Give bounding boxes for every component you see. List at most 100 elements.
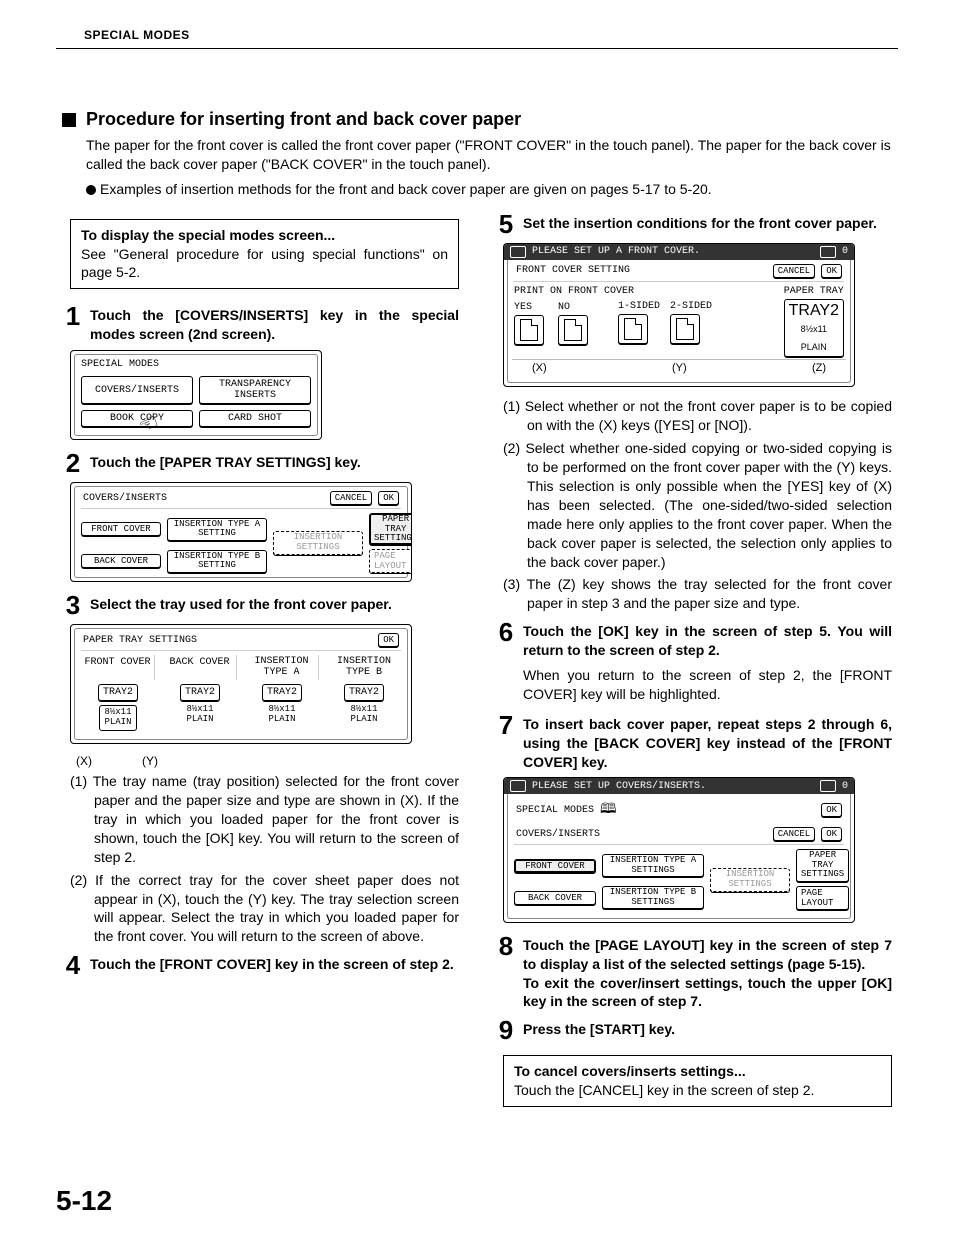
paper-tray-settings-button[interactable]: PAPER TRAY SETTINGS [369, 513, 412, 545]
two-sided-label: 2-SIDED [670, 301, 712, 312]
tray-back-cover[interactable]: TRAY2 [180, 684, 220, 701]
yes-button[interactable] [514, 315, 544, 345]
panel-title: PAPER TRAY SETTINGS [83, 635, 197, 646]
cancel-button[interactable]: CANCEL [773, 827, 815, 841]
step-text: Select the tray used for the front cover… [90, 595, 459, 614]
one-sided-label: 1-SIDED [618, 301, 660, 312]
cancel-button[interactable]: CANCEL [330, 491, 372, 505]
cancel-title: To cancel covers/inserts settings... [514, 1063, 746, 1079]
panel-title: COVERS/INSERTS [83, 493, 167, 504]
step-text: To insert back cover paper, repeat steps… [523, 715, 892, 772]
insertion-settings-button[interactable]: INSERTION SETTINGS [273, 531, 363, 555]
two-sided-button[interactable] [670, 314, 700, 344]
step5-notes: (1) Select whether or not the front cove… [503, 397, 892, 613]
panel-special-modes: SPECIAL MODES COVERS/INSERTS TRANSPARENC… [70, 350, 322, 440]
step-number: 4 [62, 952, 84, 978]
axis-y: (Y) [672, 362, 687, 374]
paper-tray-button[interactable]: TRAY2 8½x11 PLAIN [784, 299, 844, 358]
intro-text-2: Examples of insertion methods for the fr… [86, 180, 892, 199]
panel-title: SPECIAL MODES [81, 359, 311, 370]
step-text: Touch the [COVERS/INSERTS] key in the sp… [90, 306, 459, 344]
note-2: (2) If the correct tray for the cover sh… [70, 871, 459, 947]
page-header: SPECIAL MODES [84, 28, 898, 42]
insertion-settings-button[interactable]: INSERTION SETTINGS [710, 868, 790, 892]
print-on-front-cover-label: PRINT ON FRONT COVER [514, 286, 784, 297]
covers-inserts-button[interactable]: COVERS/INSERTS [81, 376, 193, 404]
paper-tray-settings-button[interactable]: PAPER TRAY SETTINGS [796, 849, 849, 881]
step-number: 7 [495, 712, 517, 738]
step-text: Touch the [OK] key in the screen of step… [523, 622, 892, 660]
callout-body: See "General procedure for using special… [81, 246, 448, 281]
cancel-button[interactable]: CANCEL [773, 264, 815, 278]
step-9: 9 Press the [START] key. [495, 1017, 892, 1043]
insertion-a-button[interactable]: INSERTION TYPE A SETTINGS [602, 854, 704, 877]
step-2: 2 Touch the [PAPER TRAY SETTINGS] key. [62, 450, 459, 476]
insertion-b-button[interactable]: INSERTION TYPE B SETTINGS [602, 886, 704, 909]
page-layout-button[interactable]: PAGE LAYOUT [796, 886, 849, 910]
section-title-text: Procedure for inserting front and back c… [86, 109, 521, 130]
step-4: 4 Touch the [FRONT COVER] key in the scr… [62, 952, 459, 978]
ok-button[interactable]: OK [821, 264, 842, 278]
back-cover-button[interactable]: BACK COVER [514, 891, 596, 905]
step-number: 5 [495, 211, 517, 237]
front-cover-button[interactable]: FRONT COVER [81, 522, 161, 536]
axis-y-label: (Y) [142, 754, 158, 768]
tray-front-cover[interactable]: TRAY2 [98, 684, 138, 701]
panel-covers-inserts-7: PLEASE SET UP COVERS/INSERTS. 0 SPECIAL … [503, 777, 855, 922]
step-number: 3 [62, 592, 84, 618]
note-3: (3) The (Z) key shows the tray selected … [503, 575, 892, 613]
ok-button[interactable]: OK [378, 491, 399, 505]
paper-tray-label: PAPER TRAY [784, 286, 844, 297]
tray-info: 8½x11PLAIN [327, 705, 401, 731]
tray-insertion-b[interactable]: TRAY2 [344, 684, 384, 701]
cancel-body: Touch the [CANCEL] key in the screen of … [514, 1082, 814, 1098]
axis-x: (X) [532, 362, 547, 374]
ok-button[interactable]: OK [821, 827, 842, 841]
page-layout-button[interactable]: PAGE LAYOUT [369, 549, 412, 573]
col-header: FRONT COVER [81, 655, 155, 680]
cancel-callout: To cancel covers/inserts settings... Tou… [503, 1055, 892, 1107]
step-text: Touch the [PAGE LAYOUT] key in the scree… [523, 936, 892, 1012]
count: 0 [842, 246, 848, 257]
step-text: Touch the [FRONT COVER] key in the scree… [90, 955, 459, 974]
step-number: 1 [62, 303, 84, 329]
step-number: 6 [495, 619, 517, 645]
step-1: 1 Touch the [COVERS/INSERTS] key in the … [62, 303, 459, 344]
card-shot-button[interactable]: CARD SHOT [199, 410, 311, 427]
no-label: NO [558, 302, 570, 313]
back-cover-button[interactable]: BACK COVER [81, 554, 161, 568]
doc-icon [510, 780, 526, 792]
insertion-b-button[interactable]: INSERTION TYPE B SETTING [167, 550, 267, 573]
count: 0 [842, 781, 848, 792]
step-number: 9 [495, 1017, 517, 1043]
transparency-inserts-button[interactable]: TRANSPARENCY INSERTS [199, 376, 311, 404]
topbar-text: PLEASE SET UP COVERS/INSERTS. [532, 781, 706, 792]
axis-x-label: (X) [76, 754, 92, 768]
intro-text-1: The paper for the front cover is called … [86, 136, 892, 174]
book-icon: 🕮 [600, 798, 617, 822]
no-button[interactable] [558, 315, 588, 345]
ok-button-upper[interactable]: OK [821, 803, 842, 817]
callout-title: To display the special modes screen... [81, 227, 335, 243]
step3-notes: (1) The tray name (tray position) select… [70, 772, 459, 946]
special-modes-label: SPECIAL MODES [516, 805, 594, 816]
step-text: Touch the [PAPER TRAY SETTINGS] key. [90, 453, 459, 472]
tray-insertion-a[interactable]: TRAY2 [262, 684, 302, 701]
callout-display-special-modes: To display the special modes screen... S… [70, 219, 459, 290]
page-number: 5-12 [56, 1185, 112, 1217]
divider [56, 48, 898, 49]
paper-icon [564, 319, 582, 341]
insertion-a-button[interactable]: INSERTION TYPE A SETTING [167, 518, 267, 541]
step-3: 3 Select the tray used for the front cov… [62, 592, 459, 618]
bullet-icon [86, 185, 96, 195]
note-2: (2) Select whether one-sided copying or … [503, 439, 892, 571]
step-8: 8 Touch the [PAGE LAYOUT] key in the scr… [495, 933, 892, 1012]
ok-button[interactable]: OK [378, 633, 399, 647]
step-6: 6 Touch the [OK] key in the screen of st… [495, 619, 892, 660]
tray-info: 8½x11PLAIN [99, 705, 136, 731]
status-icon [820, 246, 836, 258]
one-sided-button[interactable] [618, 314, 648, 344]
book-copy-button[interactable]: BOOK COPY [81, 410, 193, 427]
front-cover-button[interactable]: FRONT COVER [514, 859, 596, 873]
doc-icon [510, 246, 526, 258]
